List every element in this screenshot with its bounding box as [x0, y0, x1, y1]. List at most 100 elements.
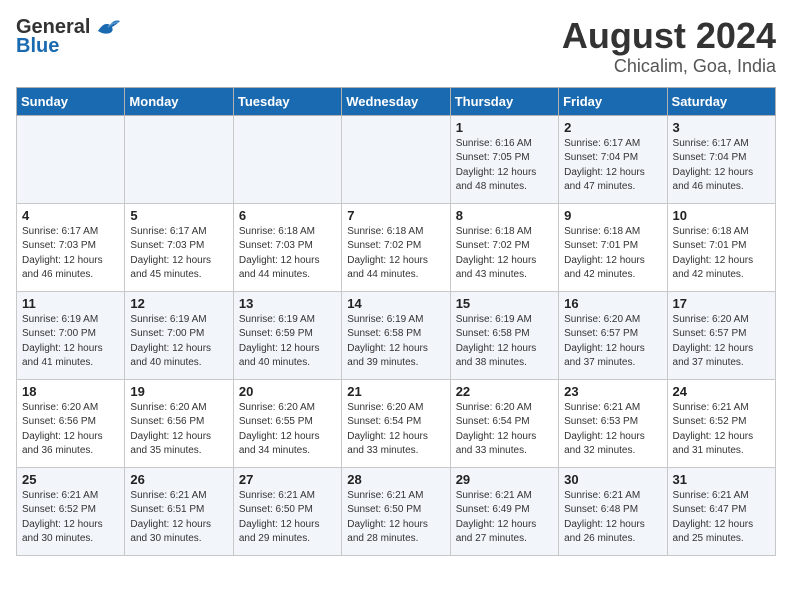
day-info: Sunrise: 6:20 AM Sunset: 6:55 PM Dayligh… [239, 401, 336, 459]
table-row: 2Sunrise: 6:17 AM Sunset: 7:04 PM Daylig… [559, 115, 667, 203]
day-info: Sunrise: 6:21 AM Sunset: 6:51 PM Dayligh… [130, 489, 227, 547]
table-row [17, 115, 125, 203]
day-info: Sunrise: 6:18 AM Sunset: 7:03 PM Dayligh… [239, 225, 336, 283]
page-header: General Blue August 2024 Chicalim, Goa, … [16, 16, 776, 77]
table-row: 30Sunrise: 6:21 AM Sunset: 6:48 PM Dayli… [559, 467, 667, 555]
table-row: 17 Sunrise: 6:20 AM Sunset: 6:57 PM Dayli… [667, 291, 775, 379]
header-wednesday: Wednesday [342, 87, 450, 115]
day-info: Sunrise: 6:17 AM Sunset: 7:04 PM Dayligh… [673, 137, 770, 195]
day-info: Sunrise: 6:19 AM Sunset: 6:58 PM Dayligh… [456, 313, 553, 371]
day-number: 4 [22, 208, 119, 223]
calendar-header-row: Sunday Monday Tuesday Wednesday Thursday… [17, 87, 776, 115]
table-row: 7 Sunrise: 6:18 AM Sunset: 7:02 PM Daylig… [342, 203, 450, 291]
day-number: 23 [564, 384, 661, 399]
calendar-week-row: 4 Sunrise: 6:17 AM Sunset: 7:03 PM Daylig… [17, 203, 776, 291]
day-number: 14 [347, 296, 444, 311]
day-number: 3 [673, 120, 770, 135]
table-row: 12 Sunrise: 6:19 AM Sunset: 7:00 PM Dayli… [125, 291, 233, 379]
table-row: 6 Sunrise: 6:18 AM Sunset: 7:03 PM Daylig… [233, 203, 341, 291]
day-info: Sunrise: 6:21 AM Sunset: 6:52 PM Dayligh… [673, 401, 770, 459]
day-number: 6 [239, 208, 336, 223]
day-number: 18 [22, 384, 119, 399]
table-row: 20 Sunrise: 6:20 AM Sunset: 6:55 PM Dayli… [233, 379, 341, 467]
day-number: 19 [130, 384, 227, 399]
day-number: 12 [130, 296, 227, 311]
day-info: Sunrise: 6:20 AM Sunset: 6:57 PM Dayligh… [673, 313, 770, 371]
day-number: 25 [22, 472, 119, 487]
table-row: 28Sunrise: 6:21 AM Sunset: 6:50 PM Dayli… [342, 467, 450, 555]
table-row: 16 Sunrise: 6:20 AM Sunset: 6:57 PM Dayli… [559, 291, 667, 379]
header-thursday: Thursday [450, 87, 558, 115]
title-block: August 2024 Chicalim, Goa, India [562, 16, 776, 77]
day-number: 9 [564, 208, 661, 223]
day-number: 31 [673, 472, 770, 487]
table-row: 19 Sunrise: 6:20 AM Sunset: 6:56 PM Dayli… [125, 379, 233, 467]
table-row: 13Sunrise: 6:19 AM Sunset: 6:59 PM Dayli… [233, 291, 341, 379]
day-info: Sunrise: 6:21 AM Sunset: 6:52 PM Dayligh… [22, 489, 119, 547]
day-info: Sunrise: 6:20 AM Sunset: 6:56 PM Dayligh… [22, 401, 119, 459]
table-row: 18 Sunrise: 6:20 AM Sunset: 6:56 PM Dayli… [17, 379, 125, 467]
day-info: Sunrise: 6:21 AM Sunset: 6:50 PM Dayligh… [239, 489, 336, 547]
table-row: 24Sunrise: 6:21 AM Sunset: 6:52 PM Dayli… [667, 379, 775, 467]
calendar-table: Sunday Monday Tuesday Wednesday Thursday… [16, 87, 776, 556]
calendar-subtitle: Chicalim, Goa, India [562, 56, 776, 77]
day-number: 27 [239, 472, 336, 487]
day-info: Sunrise: 6:19 AM Sunset: 7:00 PM Dayligh… [22, 313, 119, 371]
calendar-week-row: 11 Sunrise: 6:19 AM Sunset: 7:00 PM Dayli… [17, 291, 776, 379]
day-info: Sunrise: 6:20 AM Sunset: 6:57 PM Dayligh… [564, 313, 661, 371]
calendar-title: August 2024 [562, 16, 776, 56]
logo-blue-text: Blue [16, 35, 122, 58]
table-row: 21Sunrise: 6:20 AM Sunset: 6:54 PM Dayli… [342, 379, 450, 467]
day-number: 30 [564, 472, 661, 487]
table-row: 3 Sunrise: 6:17 AM Sunset: 7:04 PM Daylig… [667, 115, 775, 203]
day-info: Sunrise: 6:17 AM Sunset: 7:03 PM Dayligh… [130, 225, 227, 283]
day-number: 7 [347, 208, 444, 223]
day-number: 5 [130, 208, 227, 223]
table-row: 23 Sunrise: 6:21 AM Sunset: 6:53 PM Dayli… [559, 379, 667, 467]
day-number: 16 [564, 296, 661, 311]
header-friday: Friday [559, 87, 667, 115]
table-row: 8 Sunrise: 6:18 AM Sunset: 7:02 PM Daylig… [450, 203, 558, 291]
header-tuesday: Tuesday [233, 87, 341, 115]
day-info: Sunrise: 6:19 AM Sunset: 6:59 PM Dayligh… [239, 313, 336, 371]
table-row [342, 115, 450, 203]
table-row: 9 Sunrise: 6:18 AM Sunset: 7:01 PM Daylig… [559, 203, 667, 291]
day-info: Sunrise: 6:21 AM Sunset: 6:47 PM Dayligh… [673, 489, 770, 547]
day-number: 8 [456, 208, 553, 223]
calendar-week-row: 25 Sunrise: 6:21 AM Sunset: 6:52 PM Dayli… [17, 467, 776, 555]
calendar-week-row: 1Sunrise: 6:16 AM Sunset: 7:05 PM Daylig… [17, 115, 776, 203]
day-number: 22 [456, 384, 553, 399]
day-info: Sunrise: 6:16 AM Sunset: 7:05 PM Dayligh… [456, 137, 553, 195]
table-row: 10Sunrise: 6:18 AM Sunset: 7:01 PM Dayli… [667, 203, 775, 291]
day-info: Sunrise: 6:19 AM Sunset: 6:58 PM Dayligh… [347, 313, 444, 371]
day-number: 20 [239, 384, 336, 399]
day-info: Sunrise: 6:20 AM Sunset: 6:54 PM Dayligh… [347, 401, 444, 459]
table-row [125, 115, 233, 203]
table-row: 26 Sunrise: 6:21 AM Sunset: 6:51 PM Dayli… [125, 467, 233, 555]
table-row: 22Sunrise: 6:20 AM Sunset: 6:54 PM Dayli… [450, 379, 558, 467]
day-info: Sunrise: 6:21 AM Sunset: 6:49 PM Dayligh… [456, 489, 553, 547]
header-saturday: Saturday [667, 87, 775, 115]
day-info: Sunrise: 6:18 AM Sunset: 7:01 PM Dayligh… [564, 225, 661, 283]
day-info: Sunrise: 6:19 AM Sunset: 7:00 PM Dayligh… [130, 313, 227, 371]
day-number: 11 [22, 296, 119, 311]
logo: General Blue [16, 16, 122, 58]
table-row: 27 Sunrise: 6:21 AM Sunset: 6:50 PM Dayli… [233, 467, 341, 555]
table-row: 11 Sunrise: 6:19 AM Sunset: 7:00 PM Dayli… [17, 291, 125, 379]
day-number: 26 [130, 472, 227, 487]
day-info: Sunrise: 6:20 AM Sunset: 6:56 PM Dayligh… [130, 401, 227, 459]
table-row: 1Sunrise: 6:16 AM Sunset: 7:05 PM Daylig… [450, 115, 558, 203]
table-row: 25 Sunrise: 6:21 AM Sunset: 6:52 PM Dayli… [17, 467, 125, 555]
day-info: Sunrise: 6:21 AM Sunset: 6:53 PM Dayligh… [564, 401, 661, 459]
table-row: 5 Sunrise: 6:17 AM Sunset: 7:03 PM Daylig… [125, 203, 233, 291]
header-sunday: Sunday [17, 87, 125, 115]
day-info: Sunrise: 6:18 AM Sunset: 7:02 PM Dayligh… [347, 225, 444, 283]
header-monday: Monday [125, 87, 233, 115]
day-number: 10 [673, 208, 770, 223]
day-number: 17 [673, 296, 770, 311]
day-info: Sunrise: 6:18 AM Sunset: 7:02 PM Dayligh… [456, 225, 553, 283]
day-number: 29 [456, 472, 553, 487]
table-row: 4Sunrise: 6:17 AM Sunset: 7:03 PM Daylig… [17, 203, 125, 291]
table-row: 15 Sunrise: 6:19 AM Sunset: 6:58 PM Dayli… [450, 291, 558, 379]
day-number: 15 [456, 296, 553, 311]
